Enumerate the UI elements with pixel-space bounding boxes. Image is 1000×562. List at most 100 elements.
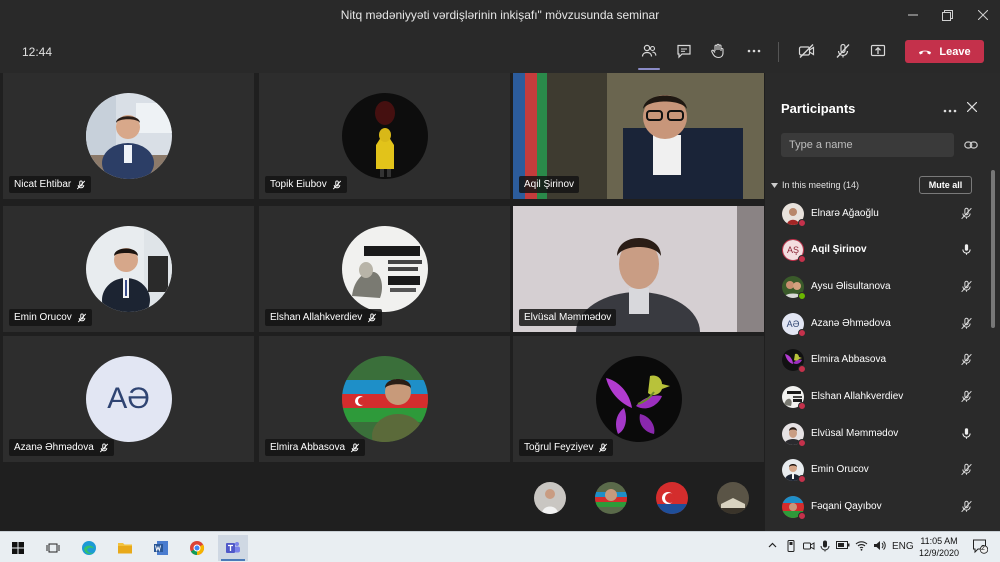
teams-icon [226,542,240,553]
mic-off-icon [77,179,86,189]
video-grid: Nicat Ehtibar Topik Eiubov Aqil Şirinov … [0,73,765,463]
raise-hand-button[interactable] [703,38,733,64]
leave-button[interactable]: Leave [905,40,984,63]
minimize-button[interactable] [895,0,930,30]
video-tile-togrul-feyziyev[interactable]: Toğrul Feyziyev [513,336,764,462]
participant-name: Aqil Şirinov [811,244,867,255]
video-tile-elvusal-mammadov[interactable]: Elvüsal Məmmədov [513,206,764,332]
toolbar-divider [778,42,779,62]
participant-row[interactable]: Elshan Allahkverdiev [765,379,993,415]
word-taskbar-button[interactable] [146,535,176,561]
participant-name-tag: Aqil Şirinov [519,176,580,193]
taskbar-clock[interactable]: 11:05 AM 12/9/2020 [919,535,959,559]
tray-icon[interactable] [836,540,850,553]
chat-icon [677,44,691,59]
wifi-icon [855,541,868,551]
overflow-avatar[interactable] [534,482,566,514]
meeting-timer: 12:44 [22,45,53,59]
camera-toggle-button[interactable] [792,38,822,64]
task-view-icon [46,543,60,553]
video-tile-elmira-abbasova[interactable]: Elmira Abbasova [259,336,510,462]
mute-all-button[interactable]: Mute all [919,176,972,194]
panel-close-button[interactable] [966,99,978,115]
status-dot [798,329,806,337]
participant-name: Elvüsal Məmmədov [811,428,899,439]
status-dot [798,255,806,263]
participant-name-tag: Emin Orucov [9,309,92,326]
share-screen-button[interactable] [863,38,893,64]
video-tile-elshan-allahkverdiev[interactable]: Elshan Allahkverdiev [259,206,510,332]
close-icon [977,10,988,20]
share-invite-button[interactable] [964,137,978,155]
participant-name: Elnarə Ağaoğlu [811,208,879,219]
more-actions-button[interactable] [739,38,769,64]
avatar [85,93,172,179]
status-dot [798,292,806,300]
file-explorer-taskbar-button[interactable] [110,535,140,561]
participant-row[interactable]: Emin Orucov [765,452,993,488]
mic-off-icon [961,463,972,476]
overflow-avatar[interactable] [717,482,749,514]
participant-search-input[interactable] [781,133,954,157]
avatar [595,356,682,442]
title-bar: Nitq mədəniyyəti vərdişlərinin inkişafı"… [0,0,1000,30]
mic-toggle-button[interactable] [828,38,858,64]
video-tile-emin-orucov[interactable]: Emin Orucov [3,206,254,332]
restore-button[interactable] [930,0,965,30]
mic-off-icon [961,317,972,330]
show-participants-button[interactable] [634,38,664,70]
mic-off-icon [961,500,972,513]
clock-date: 12/9/2020 [919,548,960,558]
participant-name: Emin Orucov [811,464,869,475]
usb-drive-icon [787,540,795,552]
teams-taskbar-button[interactable] [218,535,248,561]
camera-off-icon [798,44,815,58]
task-view-button[interactable] [38,535,68,561]
windows-logo-icon [12,542,24,554]
overflow-participants-strip [0,463,765,531]
word-icon [154,541,168,555]
mic-off-icon [332,179,341,189]
in-meeting-section-toggle[interactable]: In this meeting (14) [771,180,859,190]
edge-taskbar-button[interactable] [74,535,104,561]
notification-count: 2 [981,545,985,552]
overflow-avatar[interactable] [656,482,688,514]
tray-icon[interactable] [873,540,886,554]
tray-icon[interactable] [855,540,868,554]
mic-on-icon [962,244,971,255]
link-icon [964,141,978,149]
start-button[interactable] [3,535,33,561]
video-tile-nicat-ehtibar[interactable]: Nicat Ehtibar [3,73,254,199]
participant-row[interactable]: Elnarə Ağaoğlu [765,196,993,232]
notification-center-button[interactable]: 2 [972,538,989,557]
avatar [341,356,428,442]
tray-icon[interactable] [803,540,815,555]
video-tile-azane-ahmadova[interactable]: AƏ Azanə Əhmədova [3,336,254,462]
tray-icon[interactable] [820,540,830,555]
tray-icon[interactable] [786,540,796,555]
participant-row[interactable]: Fəqani Qayıbov [765,489,993,525]
participant-name: Elmira Abbasova [811,354,887,365]
participant-row[interactable]: AŞ Aqil Şirinov [765,232,993,268]
panel-scrollbar[interactable] [991,170,995,328]
participant-name: Aysu Əlisultanova [811,281,891,292]
show-hidden-icons-button[interactable] [768,540,777,551]
status-dot [798,439,806,447]
panel-more-options-button[interactable] [943,101,957,116]
participant-row[interactable]: Elmira Abbasova [765,342,993,378]
video-tile-topik-eiubov[interactable]: Topik Eiubov [259,73,510,199]
show-conversation-button[interactable] [669,38,699,64]
participant-row[interactable]: Aysu Əlisultanova [765,269,993,305]
close-window-button[interactable] [965,0,1000,30]
mic-off-icon [961,353,972,366]
more-icon [747,49,761,53]
participant-name-tag: Elvüsal Məmmədov [519,309,617,326]
input-language[interactable]: ENG [892,541,914,552]
video-tile-aqil-sirinov[interactable]: Aqil Şirinov [513,73,764,199]
participant-row[interactable]: AƏ Azanə Əhmədova [765,306,993,342]
avatar-initials: AƏ [85,356,172,442]
notification-icon [973,539,989,554]
participant-row[interactable]: Elvüsal Məmmədov [765,416,993,452]
overflow-avatar[interactable] [595,482,627,514]
chrome-taskbar-button[interactable] [182,535,212,561]
